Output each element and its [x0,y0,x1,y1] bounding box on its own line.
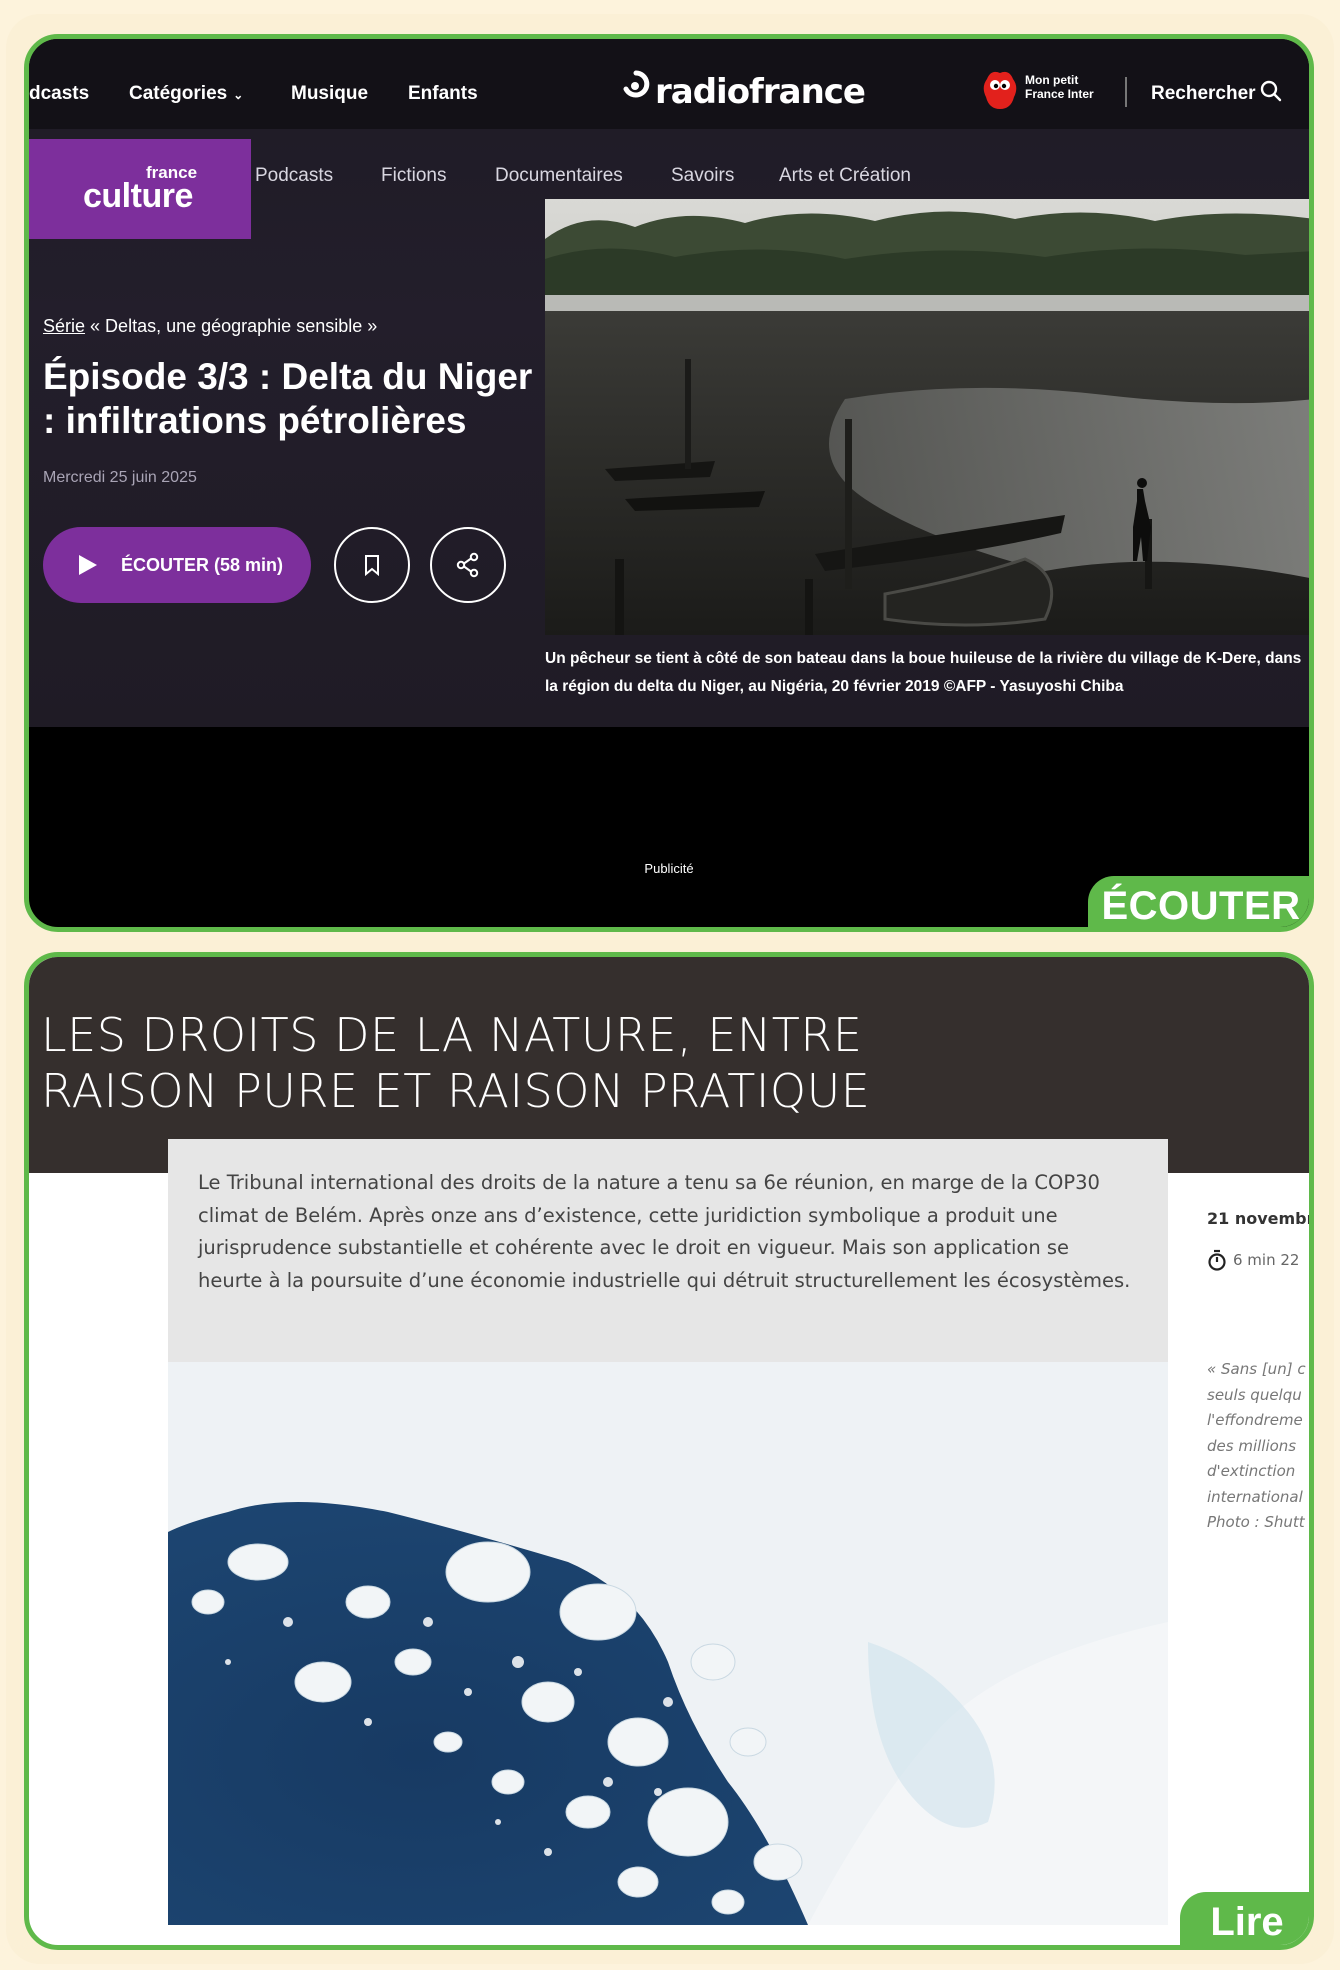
niger-delta-photo [545,199,1309,635]
search-label[interactable]: Rechercher [1151,83,1256,105]
search-icon[interactable] [1259,79,1283,103]
series-link[interactable]: Série [43,316,85,336]
bookmark-button[interactable] [334,527,410,603]
nav-podcasts[interactable]: dcasts [29,83,89,105]
nav-musique[interactable]: Musique [291,83,368,105]
lire-tab[interactable]: Lire [1180,1892,1309,1945]
share-button[interactable] [430,527,506,603]
episode-date: Mercredi 25 juin 2025 [43,469,197,486]
mon-petit-france-inter-link[interactable]: Mon petit France Inter [1025,73,1115,101]
ad-label: Publicité [644,861,694,876]
side-quote-line: l'effondreme [1207,1411,1303,1429]
chevron-down-icon: ⌄ [233,88,244,102]
nav-divider [1125,77,1127,107]
lire-card: LES DROITS DE LA NATURE, ENTRE RAISON PU… [24,952,1314,1950]
side-quote-line: « Sans [un] c [1207,1360,1306,1378]
sea-ice-photo [168,1362,1168,1925]
stopwatch-icon [1208,1249,1226,1271]
series-line: Série « Deltas, une géographie sensible … [43,316,377,337]
nav-categories-label: Catégories [129,83,228,104]
article-date: 21 novembr [1207,1209,1314,1228]
radiofrance-logo[interactable]: radiofrance [621,69,866,112]
reading-time: 6 min 22 [1207,1249,1299,1271]
side-quote-line: des millions [1207,1436,1297,1455]
france-culture-logo[interactable]: france culture [29,139,251,239]
nav-enfants[interactable]: Enfants [408,83,478,105]
side-quote-line: seuls quelqu [1207,1385,1302,1404]
article-title: LES DROITS DE LA NATURE, ENTRE RAISON PU… [41,1008,871,1118]
side-quote-line: Photo : Shutt [1207,1513,1305,1531]
share-icon [456,552,479,578]
bookmark-icon [365,555,379,576]
reading-time-value: 6 min 22 [1233,1251,1300,1269]
subnav-arts-et-creation[interactable]: Arts et Création [779,165,911,187]
side-quote-line: d'extinction [1207,1462,1296,1480]
episode-title: Épisode 3/3 : Delta du Niger : infiltrat… [43,356,533,441]
series-name[interactable]: « Deltas, une géographie sensible » [90,316,377,336]
subnav-fictions[interactable]: Fictions [381,165,446,187]
play-icon [79,555,97,575]
listen-button[interactable]: ÉCOUTER (58 min) [43,527,311,603]
side-quote-line: international [1207,1487,1303,1506]
ecouter-card: dcasts Catégories ⌄ Musique Enfants radio… [24,34,1314,932]
radiofrance-mark-icon [621,69,651,111]
photo-caption: Un pêcheur se tient à côté de son bateau… [545,650,1302,695]
subnav-documentaires[interactable]: Documentaires [495,165,623,187]
subnav-podcasts[interactable]: Podcasts [255,165,333,187]
side-quote: « Sans [un] c seuls quelqu l'effondreme … [1207,1357,1309,1536]
article-intro: Le Tribunal international des droits de … [168,1139,1168,1363]
ecouter-tab[interactable]: ÉCOUTER [1088,876,1309,927]
logo-culture: culture [83,177,193,215]
radiofrance-top-nav: dcasts Catégories ⌄ Musique Enfants radio… [29,39,1309,129]
nav-categories[interactable]: Catégories ⌄ [129,83,243,105]
mon-petit-mascot-icon[interactable] [981,69,1019,111]
subnav-savoirs[interactable]: Savoirs [671,165,734,187]
brand-name: radiofrance [655,72,866,112]
listen-button-label: ÉCOUTER (58 min) [121,554,284,575]
